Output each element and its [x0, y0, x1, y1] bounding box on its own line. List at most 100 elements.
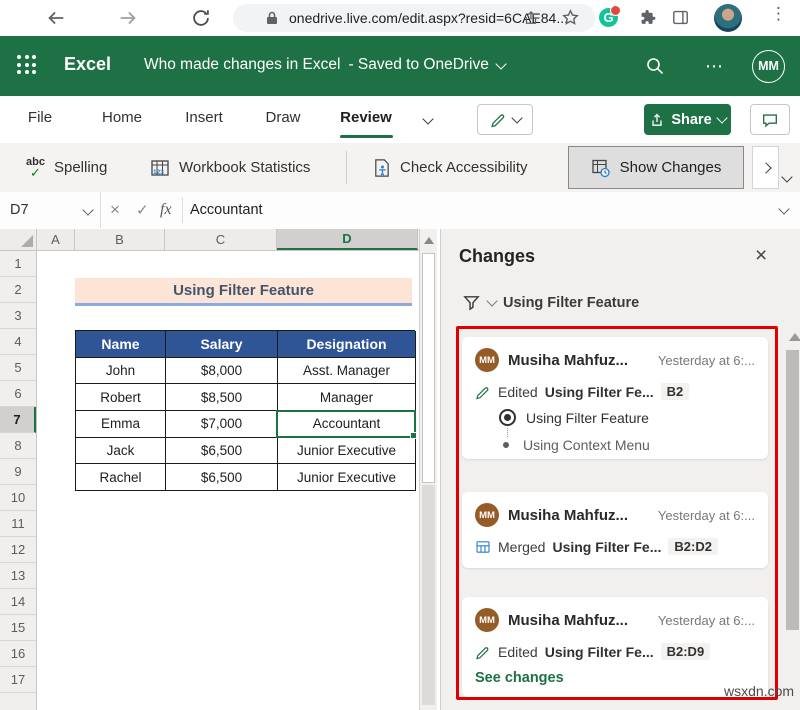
select-all-corner[interactable]	[0, 229, 37, 250]
enter-check-icon[interactable]: ✓	[136, 192, 149, 228]
address-bar[interactable]: onedrive.live.com/edit.aspx?resid=6CAE84…	[233, 4, 595, 32]
ribbon-overflow-button[interactable]	[752, 146, 779, 189]
panel-scrollbar-thumb[interactable]	[786, 350, 799, 630]
cell-c6[interactable]: $8,500	[166, 384, 278, 411]
grammarly-icon[interactable]: G	[599, 8, 618, 27]
column-header-b[interactable]: B	[75, 229, 165, 250]
name-box[interactable]: D7	[0, 192, 101, 228]
check-accessibility-button[interactable]: Check Accessibility	[372, 143, 528, 192]
table-header-designation[interactable]: Designation	[278, 331, 416, 358]
row-header-15[interactable]: 15	[0, 615, 36, 641]
chevron-down-icon[interactable]	[495, 58, 506, 69]
forward-icon[interactable]	[117, 7, 139, 29]
row-header-6[interactable]: 6	[0, 381, 36, 407]
cell-b9[interactable]: Rachel	[76, 464, 166, 491]
row-header-1[interactable]: 1	[0, 251, 36, 277]
tab-draw[interactable]: Draw	[265, 109, 300, 126]
column-header-d[interactable]: D	[277, 229, 418, 250]
row-header-17[interactable]: 17	[0, 667, 36, 693]
reload-icon[interactable]	[190, 7, 212, 29]
cell-b5[interactable]: John	[76, 358, 166, 385]
close-icon[interactable]: ×	[755, 245, 767, 266]
pencil-icon	[490, 111, 507, 128]
scrollbar-thumb[interactable]	[422, 253, 435, 483]
cell-d8[interactable]: Junior Executive	[278, 438, 416, 465]
browser-toolbar: onedrive.live.com/edit.aspx?resid=6CAE84…	[0, 0, 800, 37]
show-changes-button[interactable]: Show Changes	[568, 146, 744, 189]
workbook-statistics-button[interactable]: 123 Workbook Statistics	[150, 143, 310, 192]
change-target: Using Filter Fe...	[545, 644, 654, 660]
change-card[interactable]: MM Musiha Mahfuz... Yesterday at 6:... E…	[462, 337, 768, 459]
row-header-12[interactable]: 12	[0, 537, 36, 563]
insert-function-icon[interactable]: fx	[160, 192, 172, 228]
expand-formula-bar-icon[interactable]	[778, 203, 789, 214]
table-header-name[interactable]: Name	[76, 331, 166, 358]
see-changes-link[interactable]: See changes	[475, 670, 755, 686]
column-header-c[interactable]: C	[165, 229, 277, 250]
tab-home[interactable]: Home	[102, 109, 142, 126]
app-name[interactable]: Excel	[64, 54, 111, 75]
row-header-2[interactable]: 2	[0, 277, 36, 303]
scrollbar-track[interactable]	[422, 485, 435, 705]
table-header-salary[interactable]: Salary	[166, 331, 278, 358]
row-header-4[interactable]: 4	[0, 329, 36, 355]
cell-c5[interactable]: $8,000	[166, 358, 278, 385]
send-icon[interactable]	[522, 9, 540, 27]
row-header-8[interactable]: 8	[0, 433, 36, 459]
change-card[interactable]: MM Musiha Mahfuz... Yesterday at 6:... E…	[462, 597, 768, 697]
row-header-3[interactable]: 3	[0, 303, 36, 329]
header-more-icon[interactable]: ⋯	[705, 56, 724, 77]
row-header-14[interactable]: 14	[0, 589, 36, 615]
tab-insert[interactable]: Insert	[185, 109, 223, 126]
bookmark-star-icon[interactable]	[561, 8, 580, 27]
cell-b6[interactable]: Robert	[76, 384, 166, 411]
row-header-10[interactable]: 10	[0, 485, 36, 511]
cell-c8[interactable]: $6,500	[166, 438, 278, 465]
filter-row[interactable]: Using Filter Feature	[462, 293, 639, 312]
formula-input[interactable]: Accountant	[190, 192, 263, 228]
cell-d5[interactable]: Asst. Manager	[278, 358, 416, 385]
tab-review[interactable]: Review	[340, 109, 392, 126]
change-option-current[interactable]: Using Filter Feature	[499, 409, 755, 426]
row-header-9[interactable]: 9	[0, 459, 36, 485]
app-launcher-icon[interactable]	[17, 55, 36, 74]
browser-menu-icon[interactable]: ⋮	[770, 4, 787, 24]
spelling-button[interactable]: abc✓ Spelling	[26, 143, 107, 192]
fill-handle[interactable]	[410, 432, 417, 439]
change-card[interactable]: MM Musiha Mahfuz... Yesterday at 6:... M…	[462, 492, 768, 568]
cell-d9[interactable]: Junior Executive	[278, 464, 416, 491]
row-header-11[interactable]: 11	[0, 511, 36, 537]
cell-b8[interactable]: Jack	[76, 438, 166, 465]
ribbon-chevron-down-icon[interactable]	[422, 113, 433, 124]
change-option-previous[interactable]: Using Context Menu	[499, 437, 755, 453]
cancel-icon[interactable]: ×	[110, 192, 120, 228]
panel-scroll-up-icon[interactable]	[789, 333, 800, 341]
comments-button[interactable]	[750, 104, 790, 135]
scroll-up-icon[interactable]	[422, 233, 435, 247]
editing-mode-button[interactable]	[477, 104, 533, 135]
back-icon[interactable]	[45, 7, 67, 29]
cell-b7[interactable]: Emma	[76, 411, 166, 438]
column-header-a[interactable]: A	[37, 229, 75, 250]
share-button[interactable]: Share	[644, 104, 731, 135]
document-title[interactable]: Who made changes in Excel	[144, 56, 340, 74]
browser-profile-avatar[interactable]	[714, 4, 742, 32]
row-header-7[interactable]: 7	[0, 407, 36, 433]
change-action: Edited	[498, 384, 538, 400]
tab-file[interactable]: File	[28, 109, 52, 126]
collapse-ribbon-icon[interactable]	[781, 171, 792, 182]
cell-d6[interactable]: Manager	[278, 384, 416, 411]
extensions-puzzle-icon[interactable]	[638, 8, 657, 27]
sheet-banner-title[interactable]: Using Filter Feature	[75, 278, 412, 306]
cell-c9[interactable]: $6,500	[166, 464, 278, 491]
sheet-vertical-scrollbar[interactable]	[419, 229, 437, 710]
account-avatar[interactable]: MM	[752, 50, 785, 83]
change-target: Using Filter Fe...	[545, 384, 654, 400]
row-header-13[interactable]: 13	[0, 563, 36, 589]
search-icon[interactable]	[645, 56, 665, 76]
side-panel-icon[interactable]	[671, 8, 690, 27]
cell-c7[interactable]: $7,000	[166, 411, 278, 438]
row-header-16[interactable]: 16	[0, 641, 36, 667]
row-header-5[interactable]: 5	[0, 355, 36, 381]
check-accessibility-icon	[372, 158, 391, 178]
